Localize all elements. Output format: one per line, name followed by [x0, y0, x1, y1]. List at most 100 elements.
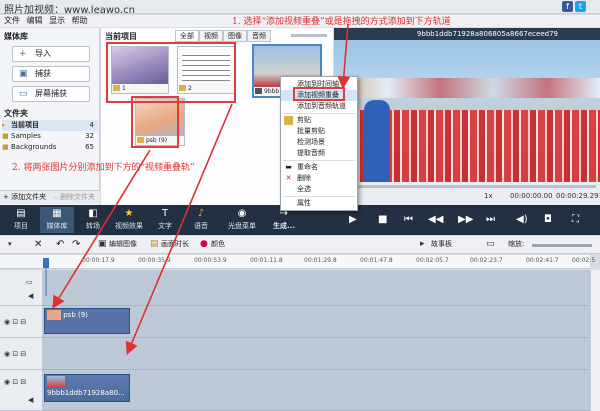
- ruler-tick: 00:02:5: [572, 257, 596, 264]
- tab-audio[interactable]: 音频: [247, 30, 271, 42]
- capture-icon: ▣: [19, 69, 28, 79]
- delete-folder-button[interactable]: – 删除文件夹: [54, 193, 95, 201]
- rename-icon: ▬: [285, 163, 292, 171]
- vertical-scrollbar[interactable]: [590, 270, 600, 411]
- media-thumb[interactable]: psb (9): [135, 98, 185, 146]
- media-thumb[interactable]: 2: [177, 46, 235, 94]
- play-icon[interactable]: ▶: [349, 214, 357, 225]
- fullscreen-icon[interactable]: ⛶: [572, 214, 579, 225]
- tool-media[interactable]: ▦ 媒体库: [40, 207, 74, 233]
- playback-controls: 1x 00:00:00.00 00:00:29.291: [334, 182, 600, 205]
- edit-image-button[interactable]: ▣ 编辑图像: [98, 239, 137, 250]
- scene-icon: [284, 138, 293, 147]
- ctx-label: 添加视频重叠: [297, 91, 339, 99]
- color-icon: ●: [200, 239, 208, 249]
- tool-transition[interactable]: ◧ 转场: [76, 207, 110, 233]
- volume-icon[interactable]: ◀: [28, 292, 33, 300]
- visibility-icon[interactable]: ◉ ⊡ ⊟: [4, 350, 26, 358]
- tool-project[interactable]: ▤ 项目: [4, 207, 38, 233]
- import-button[interactable]: + 导入: [12, 46, 90, 62]
- ctx-separator: [283, 160, 355, 161]
- rewind-icon[interactable]: ◀◀: [428, 214, 443, 225]
- menu-view[interactable]: 显示: [49, 15, 65, 27]
- undo-icon[interactable]: ↶: [56, 239, 64, 250]
- folder-samples[interactable]: ■ Samples 32: [2, 131, 98, 142]
- redo-icon[interactable]: ↷: [72, 239, 80, 250]
- track-overlay-3[interactable]: 9bbb1ddb71928a80...: [42, 370, 590, 411]
- thumb-size-slider[interactable]: [291, 34, 327, 37]
- volume-icon[interactable]: ◀): [516, 214, 528, 225]
- fast-forward-icon[interactable]: ▶▶: [458, 214, 473, 225]
- timeline-clip[interactable]: psb (9): [44, 308, 130, 334]
- ruler-tick: 00:02:05.7: [416, 257, 449, 264]
- delete-icon[interactable]: ✕: [34, 239, 42, 250]
- preview-panel: 9bbb1ddb71928a806805a8667eceed79 1x 00:0…: [334, 28, 600, 205]
- ctx-batch-clip[interactable]: 批量剪贴: [281, 126, 357, 137]
- title-bar: 照片加视频：www.leawo.cn f t: [0, 0, 600, 16]
- tab-video[interactable]: 视频: [199, 30, 223, 42]
- ctx-label: 全选: [297, 185, 311, 193]
- menu-icon[interactable]: ▾: [8, 239, 12, 250]
- playhead[interactable]: [43, 258, 49, 268]
- add-folder-button[interactable]: + 添加文件夹: [3, 193, 46, 201]
- facebook-icon[interactable]: f: [562, 1, 573, 12]
- tab-all[interactable]: 全部: [175, 30, 199, 42]
- ctx-label: 重命名: [297, 163, 318, 171]
- audio-icon: [284, 102, 293, 111]
- ctx-select-all[interactable]: 全选: [281, 184, 357, 195]
- media-thumb[interactable]: 1: [111, 46, 169, 94]
- view-options-button[interactable]: ▭: [486, 239, 497, 250]
- ctx-add-to-timeline[interactable]: 添加到时间轴: [281, 79, 357, 90]
- visibility-icon[interactable]: ◉ ⊡ ⊟: [4, 318, 26, 326]
- image-file-icon: [179, 85, 186, 91]
- track-header-overlay-3: ◉ ⊡ ⊟ ◀: [0, 370, 42, 411]
- track-overlay-1[interactable]: psb (9): [42, 306, 590, 338]
- speed-label[interactable]: 1x: [484, 192, 493, 200]
- ctx-properties[interactable]: 属性: [281, 198, 357, 209]
- twitter-icon[interactable]: t: [575, 1, 586, 12]
- timeline-toolbar: ▾ ✕ ↶ ↷ ▣ 编辑图像 ▤ 画面时长 ● 颜色 ▸ 故事板 ▭ 缩放:: [0, 236, 600, 254]
- folder-count: 32: [85, 132, 94, 140]
- stop-icon[interactable]: ■: [378, 214, 387, 225]
- screen-capture-button[interactable]: ▭ 屏幕捕获: [12, 86, 90, 102]
- tool-voice[interactable]: ♪ 语音: [184, 207, 218, 233]
- timeline-clip[interactable]: 9bbb1ddb71928a80...: [44, 374, 130, 402]
- ctx-clip[interactable]: 剪贴: [281, 115, 357, 126]
- folder-backgrounds[interactable]: ■ Backgrounds 65: [2, 142, 98, 153]
- timeline-ruler[interactable]: 00:00:17.9 00:00:35.9 00:00:53.9 00:01:1…: [42, 255, 595, 269]
- ruler-spacer: [0, 255, 42, 269]
- ctx-extract-audio[interactable]: 提取音频: [281, 148, 357, 159]
- ctx-separator: [283, 113, 355, 114]
- folder-current-project[interactable]: ▸ 当前项目 4: [2, 120, 98, 131]
- transition-icon: ◧: [88, 208, 98, 219]
- tool-effects[interactable]: ★ 视频效果: [112, 207, 146, 233]
- track-main-video[interactable]: [42, 270, 590, 306]
- ctx-add-overlay[interactable]: 添加视频重叠: [281, 90, 357, 101]
- ctx-add-audio[interactable]: 添加到音频轨道: [281, 101, 357, 112]
- duration-button[interactable]: ▤ 画面时长: [150, 239, 189, 250]
- tool-text[interactable]: T 文字: [148, 207, 182, 233]
- annotation-step-2: 2. 将两张图片分别添加到下方的“视频重叠轨”: [12, 163, 195, 173]
- capture-button[interactable]: ▣ 捕获: [12, 66, 90, 82]
- snapshot-icon[interactable]: ◘: [544, 214, 552, 225]
- menu-help[interactable]: 帮助: [72, 15, 88, 27]
- ruler-tick: 00:01:47.8: [360, 257, 393, 264]
- seek-bar[interactable]: [338, 185, 596, 188]
- tool-disc-menu[interactable]: ◉ 光盘菜单: [222, 207, 262, 233]
- visibility-icon[interactable]: ◉ ⊡ ⊟: [4, 378, 26, 386]
- ctx-rename[interactable]: ▬ 重命名: [281, 162, 357, 173]
- text-image-preview: [182, 51, 230, 81]
- track-overlay-2[interactable]: [42, 338, 590, 370]
- color-button[interactable]: ● 颜色: [200, 239, 225, 250]
- zoom-slider[interactable]: [532, 244, 592, 247]
- ctx-label: 提取音频: [297, 149, 325, 157]
- ctx-delete[interactable]: ✕ 删除: [281, 173, 357, 184]
- menu-file[interactable]: 文件: [4, 15, 20, 27]
- step-back-icon[interactable]: ⏮: [404, 214, 413, 225]
- menu-edit[interactable]: 编辑: [27, 15, 43, 27]
- volume-icon[interactable]: ◀: [28, 396, 33, 404]
- tab-image[interactable]: 图像: [223, 30, 247, 42]
- storyboard-button[interactable]: ▸ 故事板: [420, 239, 452, 250]
- ctx-detect-scenes[interactable]: 检测场景: [281, 137, 357, 148]
- step-forward-icon[interactable]: ⏭: [486, 214, 495, 225]
